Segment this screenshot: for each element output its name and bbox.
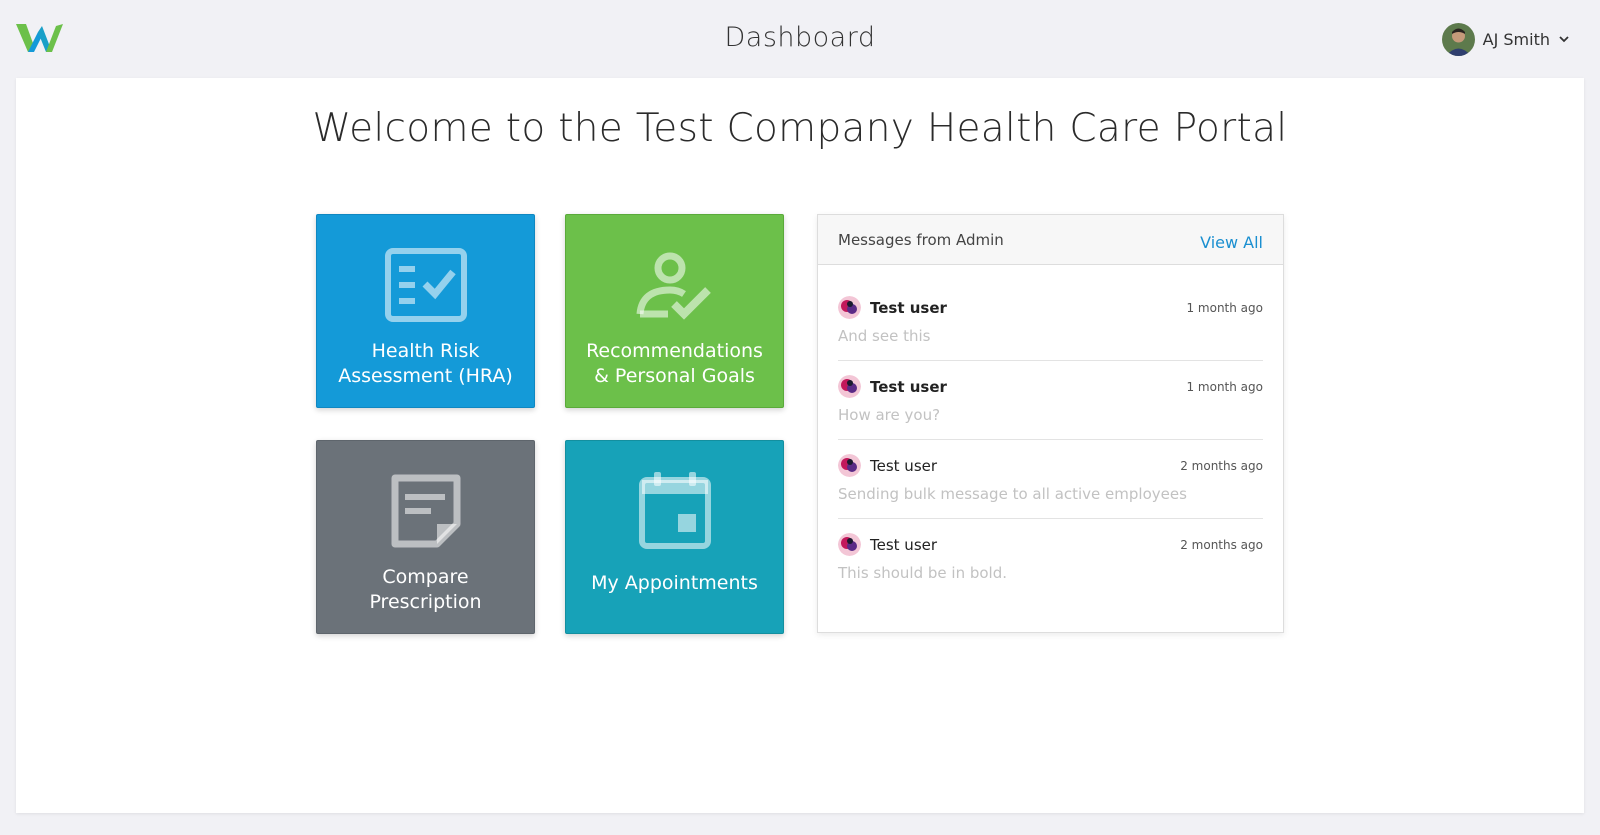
user-check-icon: [632, 245, 718, 325]
welcome-heading: Welcome to the Test Company Health Care …: [312, 106, 1288, 151]
tile-label: Health Risk Assessment (HRA): [338, 340, 513, 387]
messages-header: Messages from Admin View All: [818, 215, 1283, 265]
main-card: Welcome to the Test Company Health Care …: [16, 78, 1584, 813]
message-time: 2 months ago: [1180, 458, 1263, 473]
chevron-down-icon: [1559, 36, 1569, 43]
message-item[interactable]: Test user 1 month ago And see this: [838, 294, 1263, 361]
avatar[interactable]: [1441, 22, 1475, 56]
avatar: [838, 296, 861, 319]
tile-label: My Appointments: [591, 572, 758, 594]
message-item[interactable]: Test user 2 months ago This should be in…: [838, 519, 1263, 598]
message-time: 1 month ago: [1186, 300, 1263, 315]
tile-my-appointments[interactable]: My Appointments: [565, 440, 784, 634]
tile-recommendations[interactable]: Recommendations & Personal Goals: [565, 214, 784, 408]
messages-panel: Messages from Admin View All Test user 1…: [817, 214, 1284, 633]
avatar: [838, 454, 861, 477]
avatar: [838, 375, 861, 398]
message-preview: This should be in bold.: [838, 564, 1007, 582]
messages-title: Messages from Admin: [838, 230, 1004, 249]
document-icon: [383, 471, 469, 551]
message-sender: Test user: [870, 535, 938, 554]
message-preview: How are you?: [838, 406, 941, 424]
messages-list: Test user 1 month ago And see this Test …: [818, 294, 1283, 598]
tile-compare-prescription[interactable]: Compare Prescription: [316, 440, 535, 634]
calendar-icon: [632, 471, 718, 551]
user-menu[interactable]: AJ Smith: [1441, 22, 1570, 56]
message-sender: Test user: [870, 456, 938, 475]
message-preview: And see this: [838, 327, 931, 345]
top-bar: Dashboard AJ Smith: [0, 0, 1600, 78]
message-time: 2 months ago: [1180, 537, 1263, 552]
tile-label: Recommendations & Personal Goals: [586, 340, 763, 387]
tile-health-risk-assessment[interactable]: Health Risk Assessment (HRA): [316, 214, 535, 408]
page-title: Dashboard: [724, 22, 876, 53]
message-time: 1 month ago: [1186, 379, 1263, 394]
avatar: [838, 533, 861, 556]
checklist-icon: [383, 245, 469, 325]
user-name: AJ Smith: [1482, 29, 1550, 49]
message-preview: Sending bulk message to all active emplo…: [838, 485, 1187, 503]
message-item[interactable]: Test user 2 months ago Sending bulk mess…: [838, 440, 1263, 519]
message-item[interactable]: Test user 1 month ago How are you?: [838, 361, 1263, 440]
message-sender: Test user: [870, 377, 947, 396]
tile-label: Compare Prescription: [369, 566, 482, 613]
message-sender: Test user: [870, 298, 947, 317]
view-all-link[interactable]: View All: [1200, 233, 1263, 252]
